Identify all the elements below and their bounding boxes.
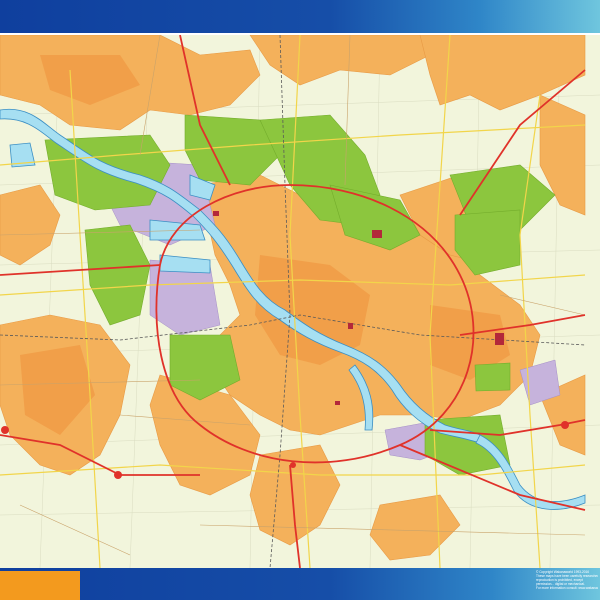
copyright-notice: © Copyright Wakanaworld 1993-2016 These … xyxy=(536,570,598,590)
city-map[interactable] xyxy=(0,35,600,568)
copyright-line: For more information consult: www.wakana… xyxy=(536,586,598,590)
map-frame: © Copyright Wakanaworld 1993-2016 These … xyxy=(0,0,600,600)
header-bar xyxy=(0,0,600,33)
footer-bar xyxy=(0,568,600,600)
title-tab xyxy=(0,571,80,600)
map-canvas[interactable] xyxy=(0,35,600,568)
park-square xyxy=(474,362,511,392)
